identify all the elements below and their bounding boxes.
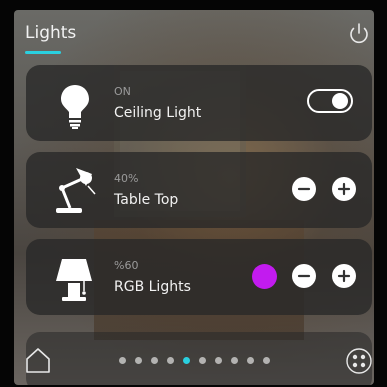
- device-card-rgb-lights[interactable]: %60 RGB Lights: [26, 239, 372, 315]
- device-name: Ceiling Light: [114, 105, 202, 121]
- page-indicator: [119, 357, 270, 365]
- page-dot[interactable]: [215, 357, 222, 364]
- minus-icon: [297, 274, 311, 278]
- table-top-decrease-button[interactable]: [292, 177, 316, 201]
- device-name: Table Top: [114, 192, 179, 208]
- page-dot[interactable]: [199, 357, 206, 364]
- device-state: 40%: [114, 172, 139, 185]
- page-dot[interactable]: [247, 357, 254, 364]
- home-button[interactable]: [24, 345, 52, 375]
- device-card-ceiling-light[interactable]: ON Ceiling Light: [26, 65, 372, 141]
- table-lamp-icon: [48, 251, 102, 305]
- power-icon: [350, 23, 368, 44]
- lights-screen: Lights ON Ceiling Light 40% Table Top %6…: [14, 10, 374, 385]
- header: Lights: [14, 10, 374, 62]
- device-card-table-top[interactable]: 40% Table Top: [26, 152, 372, 228]
- minus-icon: [297, 187, 311, 191]
- toggle-knob: [332, 93, 348, 109]
- page-dot[interactable]: [135, 357, 142, 364]
- plus-icon: [337, 182, 351, 196]
- page-dot[interactable]: [167, 357, 174, 364]
- footer: [14, 340, 374, 385]
- grid-menu-button[interactable]: [346, 348, 372, 374]
- page-dot[interactable]: [183, 357, 190, 364]
- page-dot[interactable]: [119, 357, 126, 364]
- ceiling-light-toggle[interactable]: [307, 89, 353, 113]
- rgb-increase-button[interactable]: [332, 264, 356, 288]
- device-state: ON: [114, 85, 131, 98]
- power-button[interactable]: [345, 20, 373, 48]
- rgb-color-picker[interactable]: [252, 264, 277, 289]
- grid-menu-icon: [346, 348, 372, 374]
- page-dot[interactable]: [151, 357, 158, 364]
- table-top-increase-button[interactable]: [332, 177, 356, 201]
- device-name: RGB Lights: [114, 279, 191, 295]
- plus-icon: [337, 269, 351, 283]
- desk-lamp-icon: [48, 164, 102, 218]
- bulb-icon: [48, 77, 102, 131]
- page-dot[interactable]: [263, 357, 270, 364]
- page-title: Lights: [25, 23, 77, 43]
- rgb-decrease-button[interactable]: [292, 264, 316, 288]
- home-icon: [26, 348, 50, 373]
- page-dot[interactable]: [231, 357, 238, 364]
- device-state: %60: [114, 259, 139, 272]
- title-underline: [25, 51, 61, 54]
